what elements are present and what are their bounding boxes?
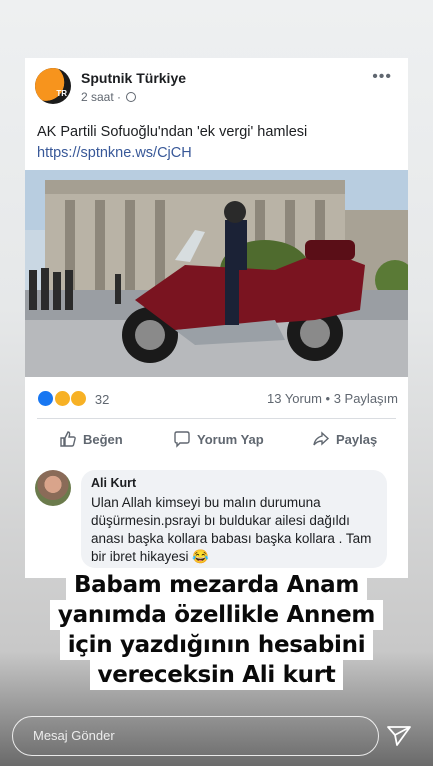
more-options-icon: ••• — [372, 68, 392, 85]
share-button[interactable]: Paylaş — [312, 430, 377, 448]
post-link: https://sptnkne.ws/CjCH — [37, 145, 192, 161]
comment-text: Ulan Allah kimseyi bu malın durumuna düş… — [91, 495, 372, 564]
comment-button[interactable]: Yorum Yap — [173, 430, 264, 448]
facebook-post-screenshot: TR Sputnik Türkiye 2 saat · ••• AK Parti… — [25, 58, 408, 578]
haha-reaction-icon — [53, 390, 71, 407]
message-input[interactable] — [33, 728, 333, 743]
post-meta: 2 saat · — [81, 90, 137, 104]
page-name: Sputnik Türkiye — [81, 70, 187, 86]
post-time: 2 saat — [81, 90, 114, 104]
reaction-count: 32 — [94, 392, 110, 407]
share-label: Paylaş — [336, 431, 378, 447]
comment-label: Yorum Yap — [197, 431, 264, 447]
globe-icon — [126, 92, 137, 102]
share-icon — [313, 431, 330, 446]
meta-separator: · — [117, 90, 122, 104]
wow-reaction-icon — [70, 390, 88, 407]
divider — [37, 418, 396, 419]
story-text-overlay: Babam mezarda Anam yanımda özellikle Ann… — [0, 570, 433, 690]
post-headline: AK Partili Sofuoğlu'ndan 'ek vergi' haml… — [37, 124, 308, 140]
like-button[interactable]: Beğen — [59, 430, 123, 448]
post-actions: Beğen Yorum Yap Paylaş — [25, 424, 408, 458]
avatar — [35, 470, 71, 506]
overlay-line: Babam mezarda Anam — [65, 570, 368, 600]
comment-bubble: Ali Kurt Ulan Allah kimseyi bu malın dur… — [81, 470, 387, 568]
motorcycle-photo — [25, 170, 408, 377]
overlay-line: yanımda özellikle Annem — [49, 600, 384, 630]
send-icon[interactable] — [386, 724, 412, 748]
post-stats[interactable]: 13 Yorum • 3 Paylaşım — [267, 391, 398, 406]
post-text: AK Partili Sofuoğlu'ndan 'ek vergi' haml… — [37, 122, 307, 164]
comment-author: Ali Kurt — [91, 476, 137, 490]
message-bar — [12, 716, 379, 756]
sputnik-logo: TR — [35, 68, 71, 104]
post-header: TR Sputnik Türkiye 2 saat · ••• — [35, 68, 398, 110]
overlay-line: için yazdığının hesabini — [59, 630, 374, 660]
comment: Ali Kurt Ulan Allah kimseyi bu malın dur… — [35, 470, 398, 570]
post-image — [25, 170, 408, 377]
thumbs-up-icon — [60, 431, 76, 447]
comment-icon — [174, 431, 190, 448]
overlay-line: vereceksin Ali kurt — [89, 660, 344, 690]
like-label: Beğen — [83, 431, 123, 447]
like-reaction-icon — [37, 390, 54, 407]
reactions[interactable]: 32 — [37, 390, 109, 408]
